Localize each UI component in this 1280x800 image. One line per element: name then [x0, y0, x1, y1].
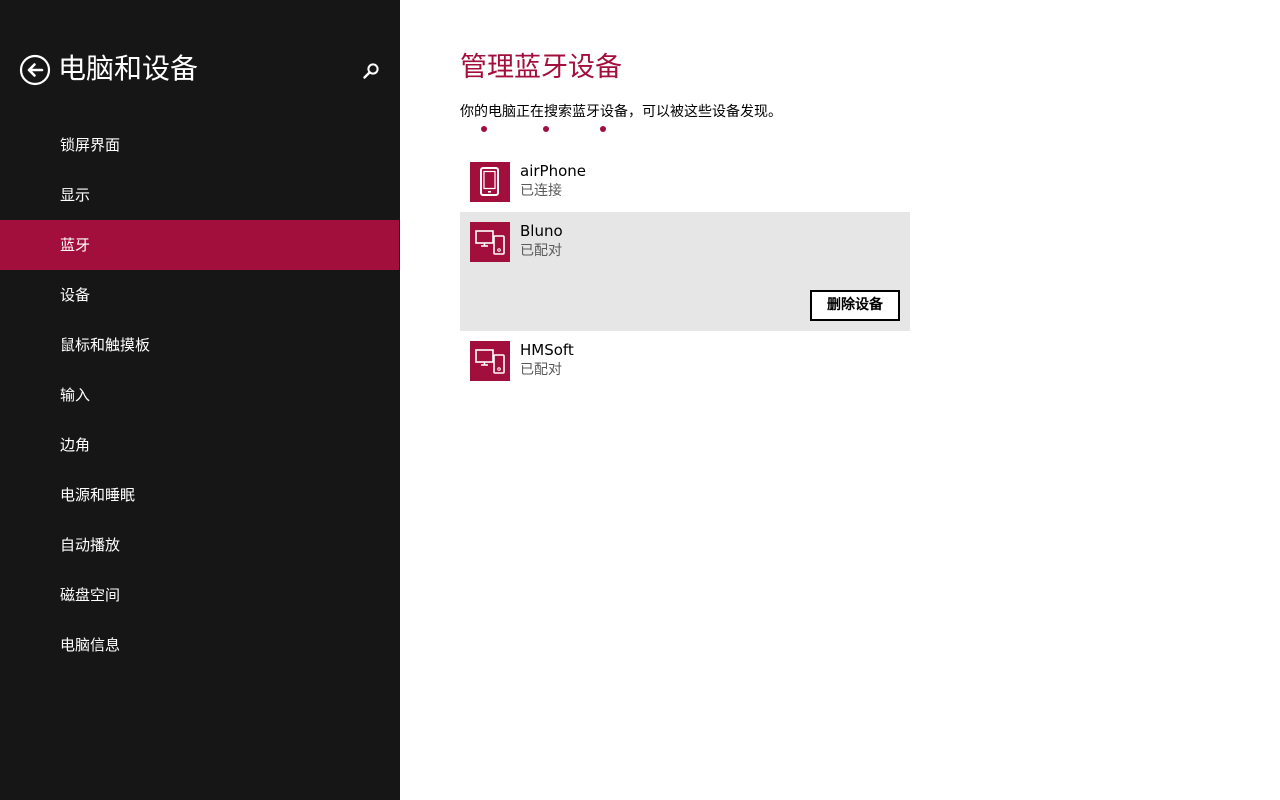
nav-item-mouse-touchpad[interactable]: 鼠标和触摸板 [0, 320, 399, 370]
nav-item-corners[interactable]: 边角 [0, 420, 399, 470]
sidebar: 电脑和设备 锁屏界面 显示 蓝牙 设备 鼠标和触摸板 输入 边角 电源和睡眠 自… [0, 0, 400, 800]
device-name: airPhone [520, 162, 586, 180]
searching-progress-indicator [460, 126, 660, 134]
device-name: Bluno [520, 222, 563, 240]
back-button[interactable] [19, 54, 51, 86]
main-content: 管理蓝牙设备 你的电脑正在搜索蓝牙设备，可以被这些设备发现。 airPhone … [400, 0, 1280, 800]
progress-dot [543, 126, 549, 132]
device-status: 已配对 [520, 362, 562, 378]
bluetooth-device-list: airPhone 已连接 Bluno 已配对 删除设备 HMSoft 已配对 [460, 152, 910, 391]
device-status: 已配对 [520, 243, 562, 259]
progress-dot [481, 126, 487, 132]
device-icon-tile [470, 162, 510, 202]
device-status: 已连接 [520, 183, 562, 199]
nav-item-devices[interactable]: 设备 [0, 270, 399, 320]
nav-item-pc-info[interactable]: 电脑信息 [0, 620, 399, 670]
device-item-bluno[interactable]: Bluno 已配对 删除设备 [460, 212, 910, 331]
search-button[interactable] [360, 60, 382, 82]
search-status-text: 你的电脑正在搜索蓝牙设备，可以被这些设备发现。 [460, 104, 782, 120]
computer-phone-icon [475, 349, 505, 374]
settings-nav-list: 锁屏界面 显示 蓝牙 设备 鼠标和触摸板 输入 边角 电源和睡眠 自动播放 磁盘… [0, 120, 400, 670]
progress-dot [600, 126, 606, 132]
remove-device-button[interactable]: 删除设备 [810, 290, 900, 321]
device-item-airphone[interactable]: airPhone 已连接 [460, 152, 910, 212]
nav-item-bluetooth[interactable]: 蓝牙 [0, 220, 399, 270]
back-arrow-icon [19, 54, 51, 86]
nav-item-autoplay[interactable]: 自动播放 [0, 520, 399, 570]
search-icon [363, 63, 379, 79]
nav-item-typing[interactable]: 输入 [0, 370, 399, 420]
nav-item-power-sleep[interactable]: 电源和睡眠 [0, 470, 399, 520]
nav-item-display[interactable]: 显示 [0, 170, 399, 220]
sidebar-header: 电脑和设备 [0, 0, 400, 140]
nav-item-lock-screen[interactable]: 锁屏界面 [0, 120, 399, 170]
sidebar-title: 电脑和设备 [58, 52, 199, 85]
device-icon-tile [470, 222, 510, 262]
nav-item-disk-space[interactable]: 磁盘空间 [0, 570, 399, 620]
device-item-hmsoft[interactable]: HMSoft 已配对 [460, 331, 910, 391]
device-name: HMSoft [520, 341, 574, 359]
phone-icon [480, 167, 499, 196]
device-icon-tile [470, 341, 510, 381]
page-title: 管理蓝牙设备 [460, 52, 622, 83]
computer-phone-icon [475, 230, 505, 255]
